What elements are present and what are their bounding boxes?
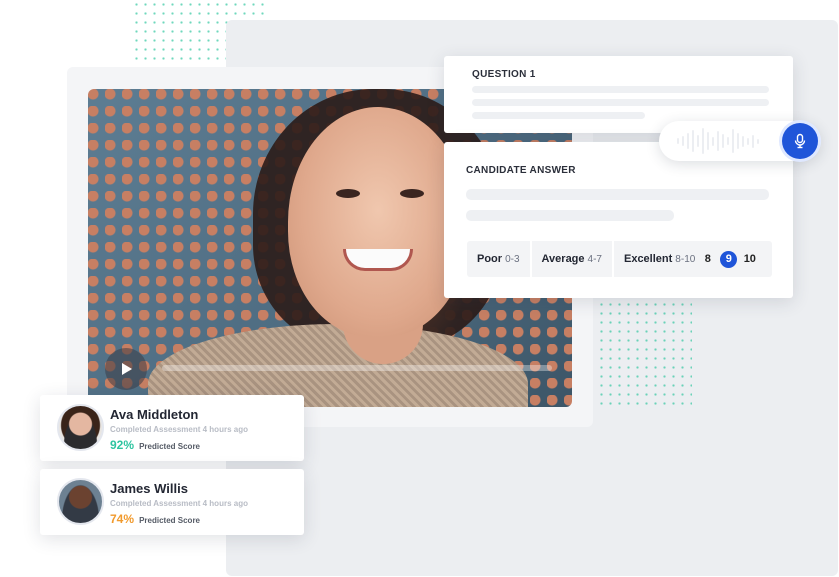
candidate-name: James Willis [110, 481, 188, 496]
microphone-icon [794, 133, 806, 149]
video-subject-eye [400, 189, 424, 198]
waveform-bar [752, 134, 754, 148]
question-text-placeholder [472, 99, 769, 106]
candidate-score: 74% Predicted Score [110, 512, 200, 526]
waveform-bar [707, 132, 709, 150]
score-option[interactable]: 10 [741, 251, 758, 268]
answer-text-placeholder [466, 210, 674, 221]
predicted-score-label: Predicted Score [139, 516, 201, 525]
video-subject-eye [336, 189, 360, 198]
candidate-name: Ava Middleton [110, 407, 199, 422]
rating-range: 4-7 [587, 253, 602, 265]
waveform-bar [687, 133, 689, 149]
candidate-answer-card: CANDIDATE ANSWER Poor 0-3 Average 4-7 Ex… [444, 142, 793, 298]
answer-text-placeholder [466, 189, 769, 200]
audio-recorder [659, 121, 821, 161]
decorative-dots-right [597, 300, 692, 410]
predicted-score-value: 92% [110, 438, 135, 452]
candidate-score: 92% Predicted Score [110, 438, 200, 452]
waveform-bar [737, 133, 739, 149]
avatar [57, 478, 104, 525]
waveform-bar [742, 135, 744, 147]
score-option[interactable]: 8 [699, 251, 716, 268]
candidate-card[interactable]: Ava Middleton Completed Assessment 4 hou… [40, 395, 304, 461]
waveform-bar [732, 129, 734, 153]
rating-poor[interactable]: Poor 0-3 [467, 241, 532, 277]
rating-range: 8-10 [675, 253, 696, 265]
predicted-score-value: 74% [110, 512, 135, 526]
rating-label: Average [541, 253, 585, 265]
predicted-score-label: Predicted Score [139, 442, 201, 451]
waveform-bar [717, 131, 719, 151]
avatar [57, 404, 104, 451]
microphone-button[interactable] [782, 123, 818, 159]
rating-label: Excellent [623, 253, 673, 265]
rating-average[interactable]: Average 4-7 [532, 241, 614, 277]
video-subject-face [288, 107, 468, 337]
waveform-bar [747, 137, 749, 145]
waveform-bar [722, 134, 724, 148]
waveform-bar [677, 138, 679, 144]
play-button[interactable] [105, 348, 147, 390]
question-title: QUESTION 1 [472, 69, 536, 80]
waveform-bar [712, 136, 714, 146]
question-text-placeholder [472, 86, 769, 93]
candidate-status: Completed Assessment 4 hours ago [110, 499, 248, 508]
waveform-bar [692, 130, 694, 152]
waveform-bar [757, 138, 759, 144]
candidate-card[interactable]: James Willis Completed Assessment 4 hour… [40, 469, 304, 535]
waveform-bar [727, 137, 729, 145]
rating-scale: Poor 0-3 Average 4-7 Excellent 8-10 8 9 … [467, 241, 772, 277]
video-progress-bar[interactable] [162, 365, 552, 371]
waveform-bar [702, 128, 704, 154]
play-icon [122, 363, 132, 375]
rating-label: Poor [477, 253, 503, 265]
rating-excellent[interactable]: Excellent 8-10 8 9 10 [614, 241, 762, 277]
waveform-bar [682, 136, 684, 146]
answer-title: CANDIDATE ANSWER [466, 165, 576, 176]
candidate-status: Completed Assessment 4 hours ago [110, 425, 248, 434]
score-option-selected[interactable]: 9 [720, 250, 738, 268]
rating-range: 0-3 [505, 253, 520, 265]
waveform-bar [697, 135, 699, 147]
video-subject-smile [343, 249, 413, 271]
question-text-placeholder [472, 112, 645, 119]
audio-waveform [677, 127, 759, 155]
